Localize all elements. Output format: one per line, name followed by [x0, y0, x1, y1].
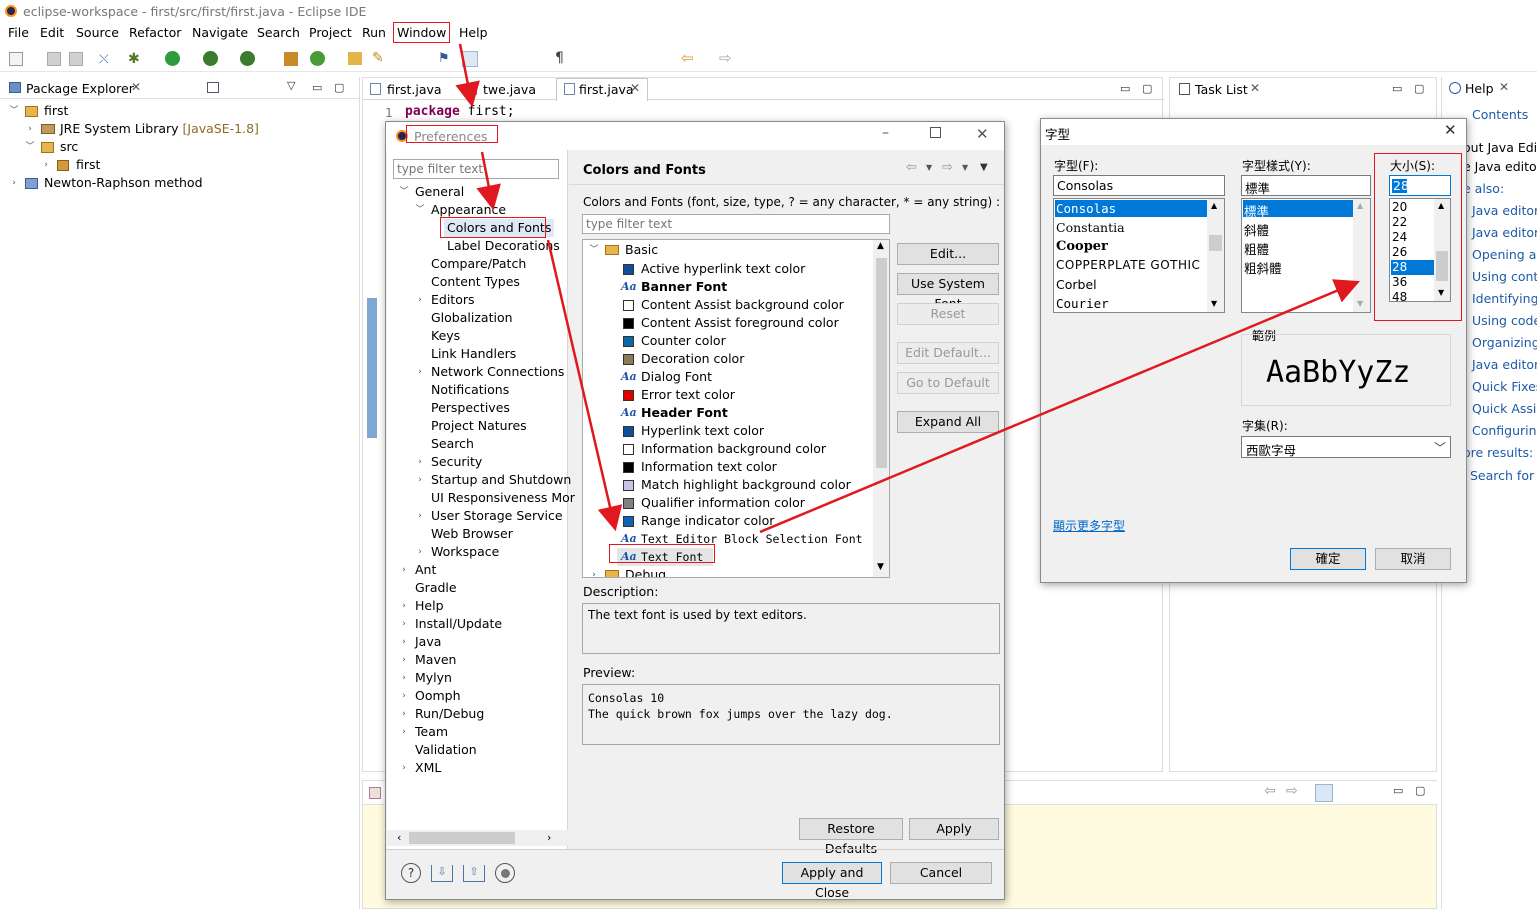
arrow-textfont-to-size [759, 279, 1360, 534]
arrow-window-to-preferences [455, 43, 480, 108]
annotation-arrows [455, 43, 1360, 534]
arrow-preferences-to-general [476, 151, 501, 211]
arrow-colors-to-textfont [546, 239, 623, 532]
